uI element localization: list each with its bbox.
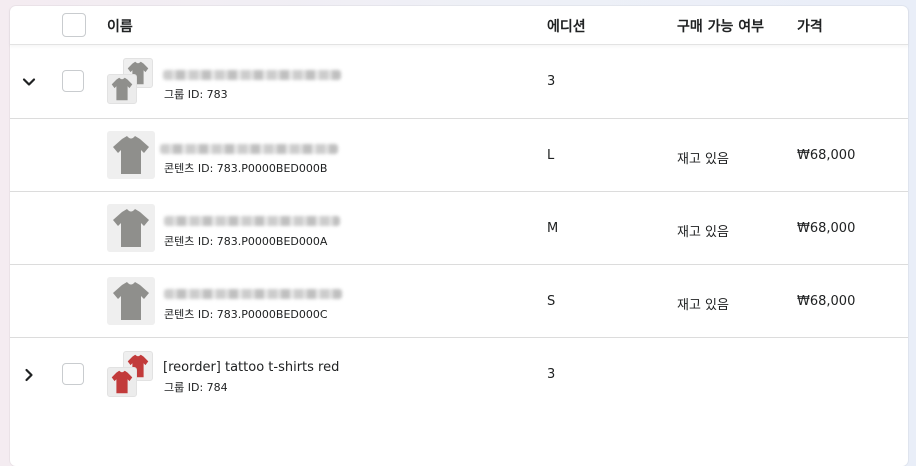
product-name-redacted: [160, 144, 338, 154]
price: ₩68,000: [797, 148, 856, 163]
product-table: 이름 에디션 구매 가능 여부 가격 그룹 ID: 783 3 콘텐츠 ID: …: [10, 6, 908, 466]
product-thumbnail-group: [107, 58, 157, 108]
availability-status: 재고 있음: [677, 298, 729, 313]
chevron-down-icon[interactable]: [22, 75, 36, 89]
select-all-checkbox[interactable]: [62, 13, 86, 37]
content-id: 콘텐츠 ID: 783.P0000BED000B: [164, 162, 328, 175]
product-name-redacted: [163, 70, 341, 80]
table-row[interactable]: 그룹 ID: 783 3: [10, 45, 908, 118]
tshirt-icon: [111, 77, 133, 101]
availability-status: 재고 있음: [677, 152, 729, 167]
price: ₩68,000: [797, 294, 856, 309]
content-id: 콘텐츠 ID: 783.P0000BED000A: [164, 235, 328, 248]
price: ₩68,000: [797, 221, 856, 236]
edition-count: 3: [547, 367, 556, 382]
edition-value: L: [547, 148, 555, 163]
group-id: 그룹 ID: 784: [164, 381, 228, 394]
edition-value: M: [547, 221, 559, 236]
edition-value: S: [547, 294, 556, 309]
group-id: 그룹 ID: 783: [164, 88, 228, 101]
content-id: 콘텐츠 ID: 783.P0000BED000C: [164, 308, 328, 321]
table-row[interactable]: 콘텐츠 ID: 783.P0000BED000B L 재고 있음 ₩68,000: [10, 118, 908, 191]
table-row[interactable]: [reorder] tattoo t-shirts red 그룹 ID: 784…: [10, 337, 908, 411]
column-header-price: 가격: [797, 19, 823, 35]
column-header-availability: 구매 가능 여부: [677, 19, 765, 35]
availability-status: 재고 있음: [677, 225, 729, 240]
tshirt-icon: [113, 209, 149, 247]
product-name-redacted: [164, 289, 342, 299]
tshirt-icon: [113, 282, 149, 320]
chevron-right-icon[interactable]: [22, 368, 36, 382]
edition-count: 3: [547, 74, 556, 89]
tshirt-icon: [113, 136, 149, 174]
table-header: 이름 에디션 구매 가능 여부 가격: [10, 6, 908, 45]
product-thumbnail: [107, 131, 155, 179]
product-thumbnail: [107, 277, 155, 325]
table-row[interactable]: 콘텐츠 ID: 783.P0000BED000C S 재고 있음 ₩68,000: [10, 264, 908, 337]
product-name[interactable]: [reorder] tattoo t-shirts red: [163, 360, 339, 375]
column-header-edition: 에디션: [547, 19, 586, 35]
product-thumbnail: [107, 204, 155, 252]
column-header-name: 이름: [107, 19, 133, 35]
tshirt-icon: [111, 370, 133, 394]
product-thumbnail-group: [107, 351, 157, 401]
row-checkbox[interactable]: [62, 363, 84, 385]
product-name-redacted: [164, 216, 340, 226]
table-row[interactable]: 콘텐츠 ID: 783.P0000BED000A M 재고 있음 ₩68,000: [10, 191, 908, 264]
row-checkbox[interactable]: [62, 70, 84, 92]
